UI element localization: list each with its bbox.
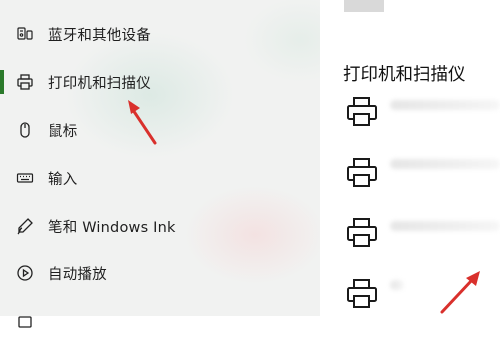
printer-item[interactable] bbox=[344, 155, 500, 195]
sidebar-item-pen[interactable]: 笔和 Windows Ink bbox=[0, 208, 320, 244]
printer-name-redacted bbox=[390, 159, 500, 169]
sidebar-item-label: 自动播放 bbox=[48, 266, 107, 283]
sidebar-item-typing[interactable]: 输入 bbox=[0, 160, 320, 196]
printer-name-redacted bbox=[390, 280, 404, 290]
sidebar-item-bluetooth[interactable]: 蓝牙和其他设备 bbox=[0, 16, 320, 52]
header-placeholder bbox=[344, 0, 384, 12]
sidebar-item-mouse[interactable]: 鼠标 bbox=[0, 112, 320, 148]
keyboard-icon bbox=[16, 169, 34, 187]
printer-icon bbox=[347, 158, 377, 187]
printer-icon bbox=[16, 73, 34, 91]
settings-sidebar: 蓝牙和其他设备 打印机和扫描仪 鼠标 输入 笔和 Windows Ink 自动播… bbox=[0, 0, 320, 328]
printer-item[interactable] bbox=[344, 215, 500, 255]
sidebar-item-label: 鼠标 bbox=[48, 123, 78, 140]
printer-item[interactable] bbox=[344, 94, 500, 134]
sidebar-item-autoplay[interactable]: 自动播放 bbox=[0, 255, 320, 291]
sidebar-item-label: 输入 bbox=[48, 171, 78, 188]
printer-icon bbox=[347, 279, 377, 308]
sidebar-item-label: 蓝牙和其他设备 bbox=[48, 27, 151, 44]
printer-name-redacted bbox=[390, 221, 500, 231]
sidebar-item-label: 笔和 Windows Ink bbox=[48, 219, 176, 236]
pen-icon bbox=[16, 217, 34, 235]
printer-name-redacted bbox=[390, 100, 500, 110]
autoplay-icon bbox=[16, 264, 34, 282]
printer-icon bbox=[347, 97, 377, 126]
printer-icon bbox=[347, 218, 377, 247]
sidebar-item-printers[interactable]: 打印机和扫描仪 bbox=[0, 64, 320, 100]
annotation-arrow-main bbox=[440, 271, 480, 314]
bluetooth-device-icon bbox=[16, 25, 34, 43]
page-title: 打印机和扫描仪 bbox=[343, 65, 466, 85]
sidebar-item-label: 打印机和扫描仪 bbox=[48, 75, 151, 92]
sidebar-item-partial[interactable] bbox=[0, 304, 320, 340]
mouse-icon bbox=[16, 121, 34, 139]
annotation-arrow-sidebar bbox=[128, 100, 157, 145]
